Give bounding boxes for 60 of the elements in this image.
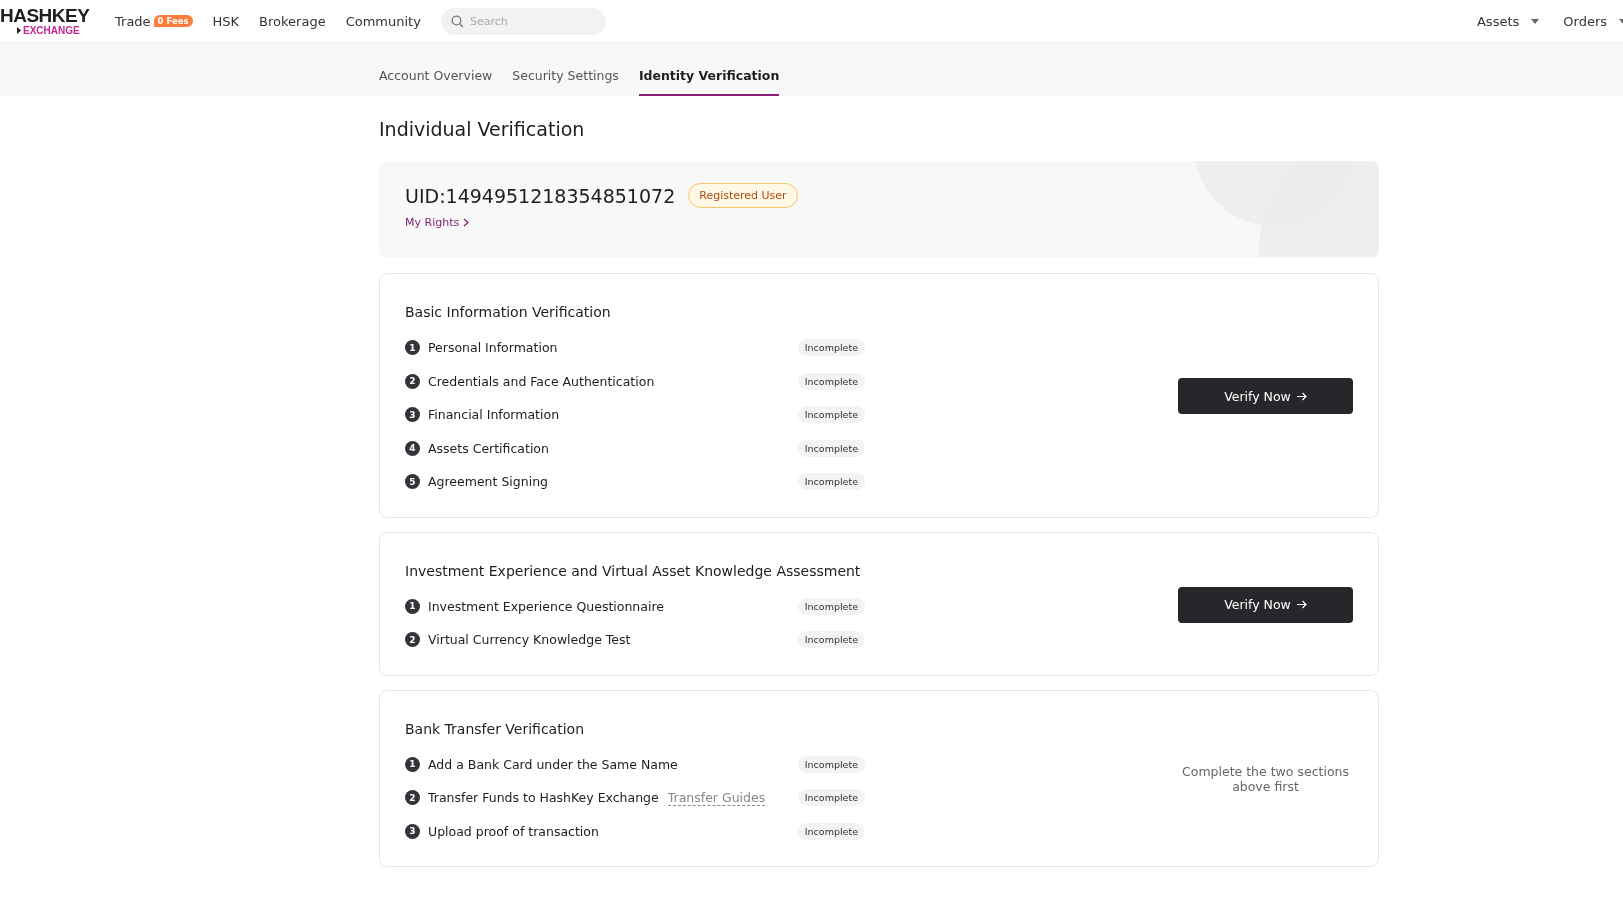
chevron-icon (463, 218, 470, 227)
step-number: 5 (405, 474, 420, 490)
rights-link[interactable]: My Rights (405, 216, 470, 229)
step-label: Personal Information (428, 340, 558, 356)
step-number: 1 (405, 598, 420, 614)
triangle-icon (17, 27, 21, 34)
section-title: Bank Transfer Verification (405, 720, 586, 737)
caret-icon (1531, 18, 1540, 24)
user-id: UID:1494951218354851072 (405, 184, 676, 207)
step-label: Upload proof of transaction (428, 823, 599, 839)
step-label: Credentials and Face Authentication (428, 373, 655, 389)
step-label: Agreement Signing (428, 474, 548, 490)
nav-link[interactable]: HSK (212, 13, 240, 29)
verify-button[interactable]: Verify Now (1178, 586, 1353, 623)
step-number: 3 (405, 407, 420, 423)
dropdown-menu[interactable]: Assets (1476, 13, 1540, 29)
section-title: Basic Information Verification (405, 304, 612, 320)
fees-badge: 0 Fees (153, 15, 193, 27)
tab[interactable]: Identity Verification (638, 68, 780, 96)
arrow-icon (1296, 391, 1307, 401)
status-badge: Incomplete (797, 406, 865, 424)
step-number: 1 (405, 756, 420, 772)
tab[interactable]: Security Settings (512, 68, 619, 96)
step-number: 2 (405, 373, 420, 389)
step-number: 2 (405, 790, 420, 806)
page-title: Individual Verification (379, 118, 586, 140)
status-badge: Incomplete (797, 822, 865, 840)
guide-link[interactable]: Transfer Guides (667, 789, 766, 806)
status-badge: Incomplete (797, 372, 865, 390)
arrow-icon (1296, 600, 1307, 609)
logo-subtitle: EXCHANGE (0, 25, 106, 36)
step-label: Financial Information (428, 407, 560, 423)
status-badge: Incomplete (797, 473, 865, 491)
step-label: Transfer Funds to HashKey Exchange (428, 790, 659, 806)
nav-link[interactable]: Community (345, 13, 421, 29)
step-label: Investment Experience Questionnaire (428, 598, 664, 614)
status-badge: Incomplete (797, 755, 865, 773)
status-badge: Incomplete (797, 597, 865, 615)
hint-text: Complete the two sections above first (1181, 764, 1350, 795)
status-badge: Incomplete (797, 439, 865, 457)
nav-link[interactable]: Brokerage (259, 13, 326, 29)
step-number: 4 (405, 440, 420, 456)
step-number: 3 (405, 823, 420, 839)
step-label: Virtual Currency Knowledge Test (428, 632, 631, 648)
step-number: 2 (405, 632, 420, 648)
search-icon (450, 14, 464, 28)
verify-button[interactable]: Verify Now (1178, 378, 1353, 415)
step-number: 1 (405, 340, 420, 356)
status-badge: Incomplete (797, 789, 865, 807)
nav-link[interactable]: Trade (115, 13, 151, 29)
logo-wordmark[interactable]: HASHKEY (0, 6, 106, 25)
step-label: Add a Bank Card under the Same Name (428, 756, 678, 772)
status-badge: Registered User (688, 183, 798, 208)
status-badge: Incomplete (797, 631, 865, 649)
section-title: Investment Experience and Virtual Asset Knowledge Assessment (405, 562, 862, 579)
tab[interactable]: Account Overview (379, 68, 493, 96)
search-field[interactable]: Search (440, 7, 606, 35)
status-badge: Incomplete (797, 339, 865, 357)
dropdown-menu[interactable]: Orders (1563, 13, 1623, 29)
step-label: Assets Certification (428, 440, 549, 456)
